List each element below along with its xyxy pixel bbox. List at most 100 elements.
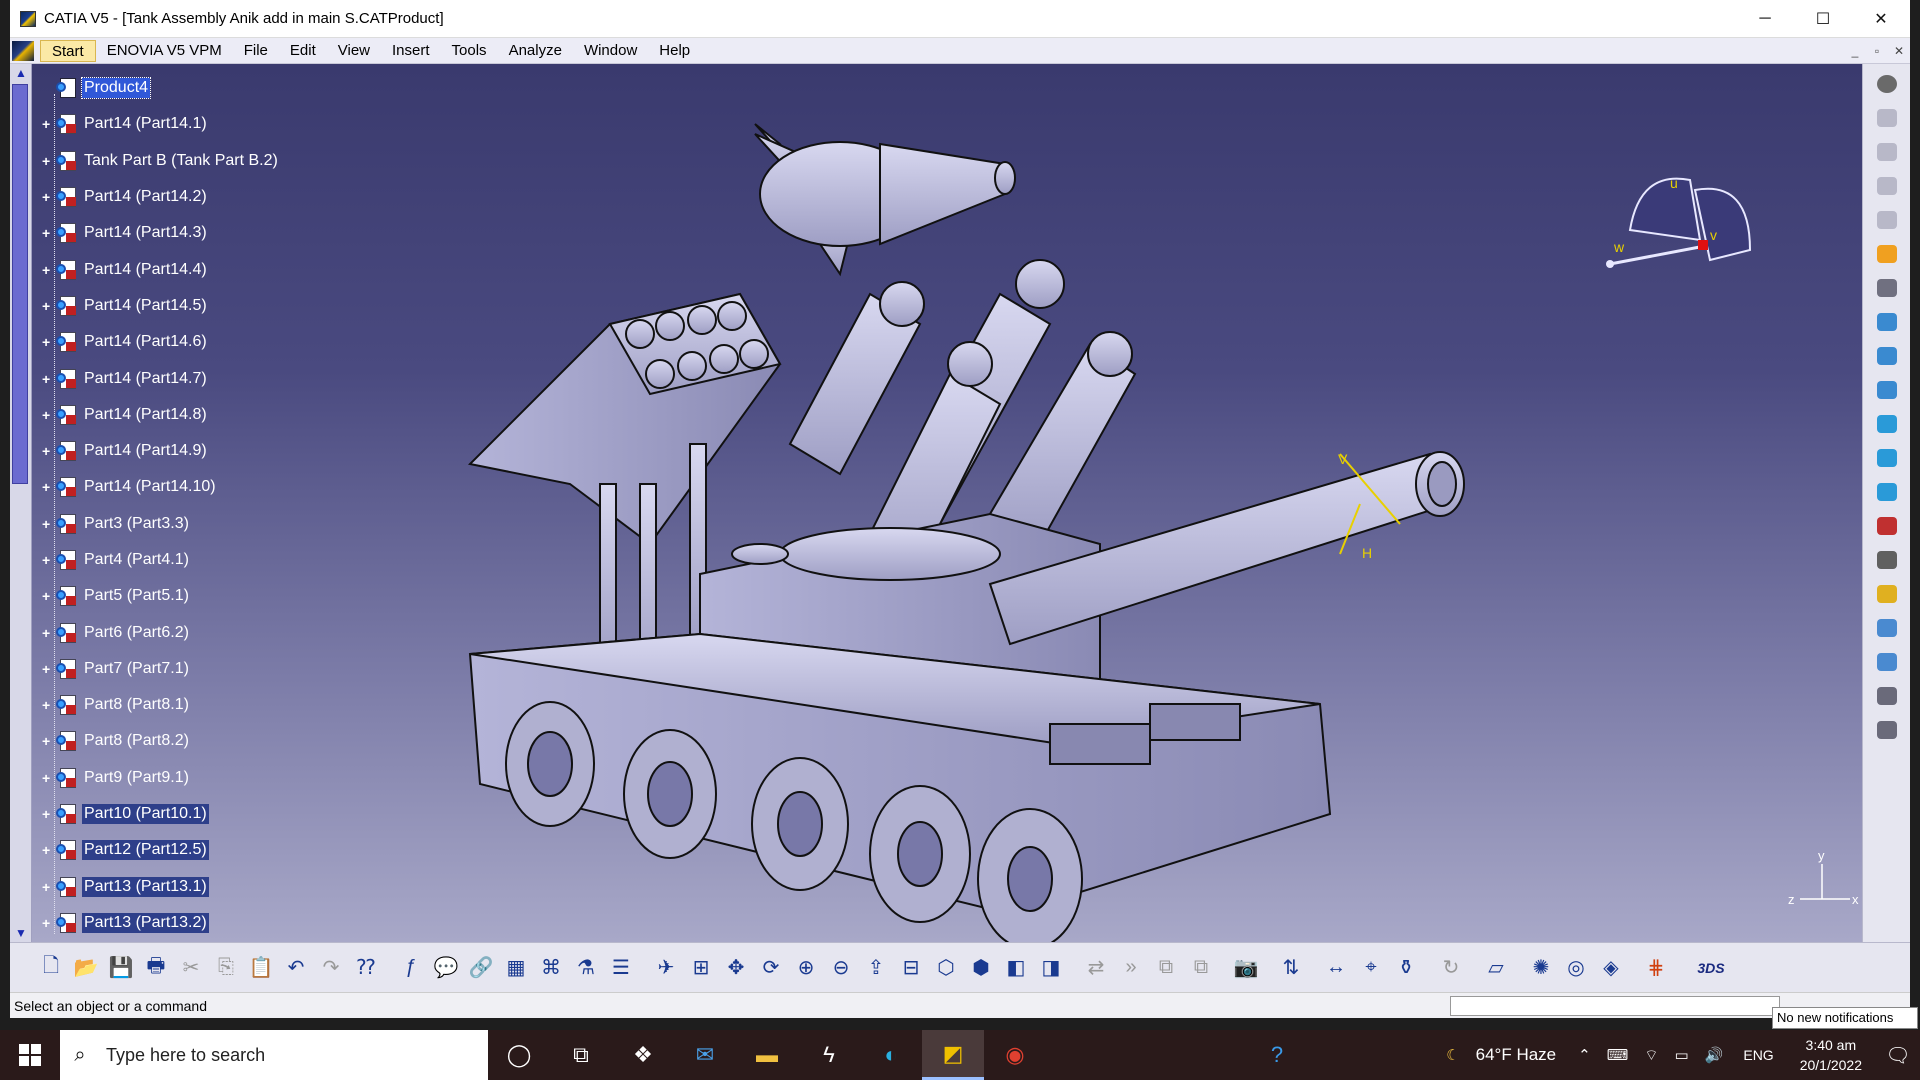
reorder-button[interactable]: ☰: [606, 953, 636, 983]
bom-button[interactable]: [1871, 580, 1903, 608]
tree-expander-icon[interactable]: +: [42, 517, 54, 531]
tree-node-part9[interactable]: + Part9 (Part9.1): [34, 760, 354, 796]
tree-node-label[interactable]: Part14 (Part14.10): [82, 477, 218, 497]
assembly-tool-4-button[interactable]: [1871, 206, 1903, 234]
menu-tools[interactable]: Tools: [441, 40, 498, 62]
explode-button[interactable]: [1871, 478, 1903, 506]
zoom-in-button[interactable]: ⊕: [791, 953, 821, 983]
tree-node-label[interactable]: Part14 (Part14.4): [82, 260, 209, 280]
tree-node-part10[interactable]: + Part10 (Part10.1): [34, 796, 354, 832]
whats-this-button[interactable]: ⁇: [351, 953, 381, 983]
menu-window[interactable]: Window: [573, 40, 648, 62]
tree-node-tank-part-b[interactable]: + Tank Part B (Tank Part B.2): [34, 143, 354, 179]
tree-scroll-down-icon[interactable]: ▼: [10, 924, 32, 942]
language-indicator[interactable]: ENG: [1743, 1047, 1773, 1063]
tree-expander-icon[interactable]: +: [42, 843, 54, 857]
tree-node-part14-4[interactable]: + Part14 (Part14.4): [34, 251, 354, 287]
tree-expander-icon[interactable]: +: [42, 372, 54, 386]
hyperlink-button[interactable]: 🔗: [466, 953, 496, 983]
doc-minimize-button[interactable]: _: [1844, 44, 1866, 58]
table-button[interactable]: ▦: [501, 953, 531, 983]
comment-button[interactable]: 💬: [431, 953, 461, 983]
catalog-browser-button[interactable]: [1871, 70, 1903, 98]
formula-button[interactable]: ƒ: [396, 953, 426, 983]
tree-node-label[interactable]: Part14 (Part14.1): [82, 114, 209, 134]
tree-scroll-thumb[interactable]: [12, 84, 28, 484]
catia-brand-button[interactable]: 3DS: [1686, 953, 1736, 983]
tree-node-label[interactable]: Part14 (Part14.8): [82, 405, 209, 425]
constraint-3-button[interactable]: [1871, 376, 1903, 404]
update-all-button[interactable]: ↻: [1436, 953, 1466, 983]
tree-node-label[interactable]: Part10 (Part10.1): [82, 804, 209, 825]
fit-all-button[interactable]: ⊞: [686, 953, 716, 983]
wifi-icon[interactable]: ⌔: [1644, 1046, 1658, 1065]
pan-button[interactable]: ✥: [721, 953, 751, 983]
tree-node-part8-1[interactable]: + Part8 (Part8.1): [34, 687, 354, 723]
normal-view-button[interactable]: ⇪: [861, 953, 891, 983]
close-button[interactable]: ✕: [1852, 0, 1910, 38]
start-button[interactable]: [0, 1030, 60, 1080]
measure-inertia-button[interactable]: ⚱: [1391, 953, 1421, 983]
snap-button[interactable]: ⇅: [1276, 953, 1306, 983]
knowledge-button[interactable]: ⚗: [571, 953, 601, 983]
tree-node-part14-5[interactable]: + Part14 (Part14.5): [34, 288, 354, 324]
select-button[interactable]: [1871, 240, 1903, 268]
command-input[interactable]: [1450, 996, 1780, 1016]
undo-button[interactable]: ↶: [281, 953, 311, 983]
tree-expander-icon[interactable]: +: [42, 299, 54, 313]
tree-node-part14-3[interactable]: + Part14 (Part14.3): [34, 215, 354, 251]
menu-enovia[interactable]: ENOVIA V5 VPM: [96, 40, 233, 62]
tree-expander-icon[interactable]: +: [42, 263, 54, 277]
measure-between-button[interactable]: ↔: [1321, 953, 1351, 983]
component-button-1[interactable]: ⧉: [1151, 953, 1181, 983]
tree-node-part13-2[interactable]: + Part13 (Part13.2): [34, 905, 354, 941]
chrome-button[interactable]: ◉: [984, 1030, 1046, 1080]
tree-node-label[interactable]: Part3 (Part3.3): [82, 514, 191, 534]
tree-expander-icon[interactable]: +: [42, 771, 54, 785]
copy-button[interactable]: ⎘: [211, 953, 241, 983]
volume-icon[interactable]: 🔊: [1705, 1046, 1724, 1064]
tree-node-part5[interactable]: + Part5 (Part5.1): [34, 578, 354, 614]
battery-icon[interactable]: ▭: [1674, 1046, 1688, 1064]
tree-node-part14-7[interactable]: + Part14 (Part14.7): [34, 360, 354, 396]
manipulate-button[interactable]: [1871, 274, 1903, 302]
tree-node-label[interactable]: Part8 (Part8.1): [82, 695, 191, 715]
tree-expander-icon[interactable]: +: [42, 190, 54, 204]
save-button[interactable]: 💾: [106, 953, 136, 983]
menu-edit[interactable]: Edit: [279, 40, 327, 62]
cortana-button[interactable]: ◯: [488, 1030, 550, 1080]
edge-button[interactable]: ◐: [860, 1030, 922, 1080]
menu-help[interactable]: Help: [648, 40, 701, 62]
dropbox-button[interactable]: ❖: [612, 1030, 674, 1080]
redo-button[interactable]: ↷: [316, 953, 346, 983]
tree-expander-icon[interactable]: +: [42, 553, 54, 567]
tree-expander-icon[interactable]: +: [42, 226, 54, 240]
new-file-button[interactable]: 🗋: [36, 953, 66, 983]
render-3-button[interactable]: ◈: [1596, 953, 1626, 983]
tree-node-part14-2[interactable]: + Part14 (Part14.2): [34, 179, 354, 215]
tree-expander-icon[interactable]: +: [42, 916, 54, 930]
tree-node-part14-1[interactable]: + Part14 (Part14.1): [34, 106, 354, 142]
replace-button[interactable]: [1871, 512, 1903, 540]
measure-button[interactable]: [1871, 682, 1903, 710]
notification-center-button[interactable]: 🗨: [1876, 1030, 1920, 1080]
move-1-button[interactable]: [1871, 410, 1903, 438]
tree-node-part3[interactable]: + Part3 (Part3.3): [34, 506, 354, 542]
tree-expander-icon[interactable]: +: [42, 807, 54, 821]
move-2-button[interactable]: [1871, 444, 1903, 472]
menu-view[interactable]: View: [327, 40, 381, 62]
capture-button[interactable]: 📷: [1231, 953, 1261, 983]
menu-file[interactable]: File: [233, 40, 279, 62]
tree-node-label[interactable]: Part14 (Part14.6): [82, 332, 209, 352]
3d-viewport[interactable]: V H y x z u v w ▲ ▼ Product4 + Part14 (P…: [10, 64, 1862, 942]
constraint-2-button[interactable]: [1871, 342, 1903, 370]
zoom-out-button[interactable]: ⊖: [826, 953, 856, 983]
tree-node-part12[interactable]: + Part12 (Part12.5): [34, 832, 354, 868]
tree-expander-icon[interactable]: +: [42, 335, 54, 349]
weather-text[interactable]: 64°F Haze: [1476, 1045, 1557, 1065]
open-file-button[interactable]: 📂: [71, 953, 101, 983]
menu-analyze[interactable]: Analyze: [498, 40, 573, 62]
tree-expander-icon[interactable]: +: [42, 589, 54, 603]
tree-expander-icon[interactable]: +: [42, 880, 54, 894]
assembly-tool-2-button[interactable]: [1871, 138, 1903, 166]
